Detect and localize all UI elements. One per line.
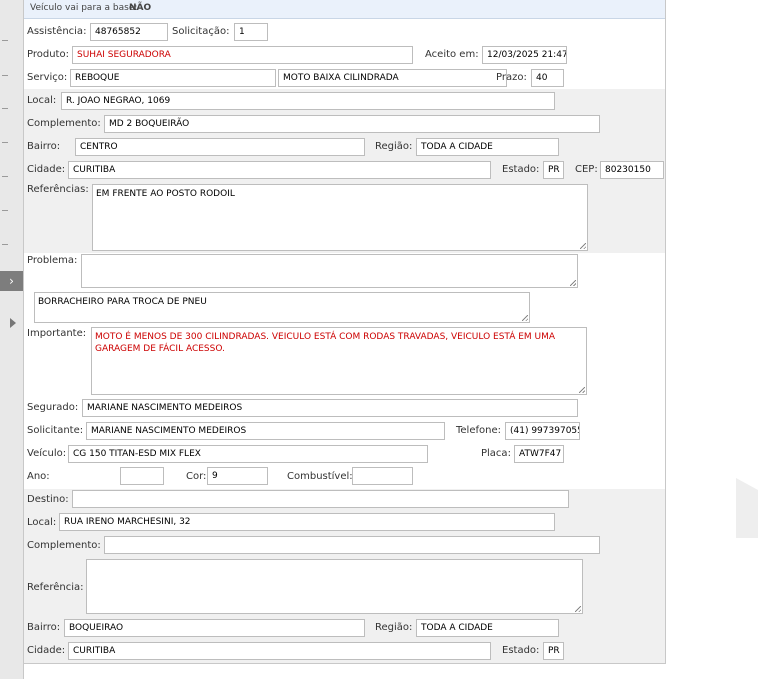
importante-textarea[interactable]: MOTO É MENOS DE 300 CILINDRADAS. VEICULO… — [91, 327, 587, 395]
estado-field[interactable]: PR — [543, 161, 564, 179]
cidade-field[interactable]: CURITIBA — [68, 161, 491, 179]
triangle-right-icon[interactable] — [10, 318, 16, 328]
local-field[interactable]: R. JOAO NEGRAO, 1069 — [61, 92, 555, 110]
cidade-label: Cidade: — [27, 164, 66, 175]
sidebar-tick — [2, 75, 8, 76]
ano-field[interactable] — [120, 467, 164, 485]
estado-label: Estado: — [502, 164, 540, 175]
cep-label: CEP: — [575, 164, 598, 175]
resize-grip-icon[interactable] — [575, 606, 581, 612]
produto-label: Produto: — [27, 49, 69, 60]
segurado-field[interactable]: MARIANE NASCIMENTO MEDEIROS — [82, 399, 578, 417]
veiculo-label: Veículo: — [27, 448, 67, 459]
assistencia-label: Assistência: — [27, 26, 87, 37]
complemento-label: Complemento: — [27, 118, 101, 129]
sidebar-tick — [2, 244, 8, 245]
regiao-label: Região: — [375, 141, 413, 152]
background-watermark — [736, 478, 758, 538]
resize-grip-icon[interactable] — [579, 387, 585, 393]
resize-grip-icon[interactable] — [580, 243, 586, 249]
destino-complemento-field[interactable] — [104, 536, 600, 554]
regiao-field[interactable]: TODA A CIDADE — [416, 138, 559, 156]
servico-field[interactable]: REBOQUE — [70, 69, 276, 87]
resize-grip-icon[interactable] — [570, 280, 576, 286]
sidebar-tick — [2, 142, 8, 143]
servico-label: Serviço: — [27, 72, 68, 83]
resize-grip-icon[interactable] — [522, 315, 528, 321]
destino-referencia-label: Referência: — [27, 582, 84, 593]
bairro-label: Bairro: — [27, 141, 61, 152]
telefone-label: Telefone: — [456, 425, 501, 436]
solicitante-label: Solicitante: — [27, 425, 84, 436]
banner-value: NÃO — [129, 3, 152, 13]
destino-complemento-label: Complemento: — [27, 540, 101, 551]
bairro-field[interactable]: CENTRO — [75, 138, 365, 156]
importante-text: MOTO É MENOS DE 300 CILINDRADAS. VEICULO… — [95, 332, 556, 354]
destino-estado-label: Estado: — [502, 645, 540, 656]
aceito-label: Aceito em: — [425, 49, 479, 60]
telefone-field[interactable]: (41) 997397055 — [505, 422, 580, 440]
destino-field[interactable] — [72, 490, 569, 508]
destino-cidade-label: Cidade: — [27, 645, 66, 656]
placa-field[interactable]: ATW7F47 — [514, 445, 564, 463]
solicitante-field[interactable]: MARIANE NASCIMENTO MEDEIROS — [86, 422, 445, 440]
referencias-label: Referências: — [27, 184, 89, 195]
combustivel-field[interactable] — [352, 467, 413, 485]
combustivel-label: Combustível: — [287, 471, 353, 482]
service-detail-panel: Veículo vai para a base: NÃO Assistência… — [24, 0, 666, 664]
left-sidebar: › — [0, 0, 24, 679]
destino-regiao-field[interactable]: TODA A CIDADE — [416, 619, 559, 637]
problema-label: Problema: — [27, 255, 78, 266]
problema-textarea[interactable] — [81, 254, 578, 288]
cor-label: Cor: — [186, 471, 207, 482]
problema-detail-textarea[interactable]: BORRACHEIRO PARA TROCA DE PNEU — [34, 292, 530, 323]
servico-subtype-field[interactable]: MOTO BAIXA CILINDRADA — [278, 69, 507, 87]
produto-field[interactable]: SUHAI SEGURADORA — [72, 46, 413, 64]
sidebar-tick — [2, 108, 8, 109]
aceito-field[interactable]: 12/03/2025 21:47 — [482, 46, 567, 64]
destino-local-label: Local: — [27, 517, 57, 528]
destino-local-field[interactable]: RUA IRENO MARCHESINI, 32 — [59, 513, 555, 531]
destino-estado-field[interactable]: PR — [543, 642, 564, 660]
local-label: Local: — [27, 95, 57, 106]
sidebar-tick — [2, 210, 8, 211]
segurado-label: Segurado: — [27, 402, 79, 413]
cor-field[interactable]: 9 — [207, 467, 268, 485]
assistencia-field[interactable]: 48765852 — [90, 23, 168, 41]
destino-regiao-label: Região: — [375, 622, 413, 633]
complemento-field[interactable]: MD 2 BOQUEIRÃO — [104, 115, 600, 133]
placa-label: Placa: — [481, 448, 511, 459]
referencias-textarea[interactable]: EM FRENTE AO POSTO RODOIL — [92, 184, 588, 251]
importante-label: Importante: — [27, 328, 87, 339]
base-banner: Veículo vai para a base: NÃO — [24, 0, 665, 19]
problema-detail-text: BORRACHEIRO PARA TROCA DE PNEU — [38, 297, 207, 307]
sidebar-tick — [2, 176, 8, 177]
veiculo-field[interactable]: CG 150 TITAN-ESD MIX FLEX — [68, 445, 428, 463]
prazo-label: Prazo: — [496, 72, 527, 83]
destino-bairro-field[interactable]: BOQUEIRAO — [64, 619, 365, 637]
prazo-field[interactable]: 40 — [531, 69, 564, 87]
ano-label: Ano: — [27, 471, 50, 482]
destino-label: Destino: — [27, 494, 69, 505]
sidebar-tick — [2, 40, 8, 41]
solicitacao-field[interactable]: 1 — [234, 23, 268, 41]
solicitacao-label: Solicitação: — [172, 26, 230, 37]
banner-label: Veículo vai para a base: — [30, 3, 138, 13]
referencias-text: EM FRENTE AO POSTO RODOIL — [96, 189, 235, 199]
destino-cidade-field[interactable]: CURITIBA — [68, 642, 491, 660]
destino-bairro-label: Bairro: — [27, 622, 61, 633]
destino-referencia-textarea[interactable] — [86, 559, 583, 614]
chevron-right-icon[interactable]: › — [0, 271, 23, 291]
cep-field[interactable]: 80230150 — [600, 161, 664, 179]
